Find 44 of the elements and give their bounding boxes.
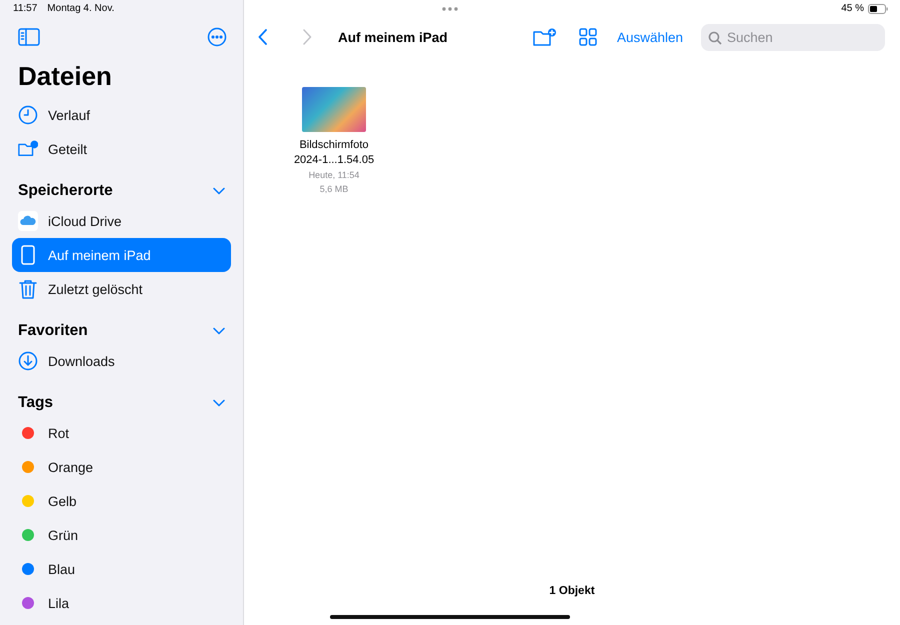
- status-time: 11:57: [13, 3, 38, 14]
- download-icon: [18, 351, 38, 371]
- tablet-icon: [21, 245, 35, 265]
- file-name[interactable]: Bildschirmfoto 2024-1...1.54.05: [284, 138, 384, 168]
- more-icon[interactable]: [207, 27, 227, 47]
- shared-folder-icon: [18, 140, 38, 158]
- sidebar-item[interactable]: Rot: [12, 416, 231, 450]
- sidebar-item[interactable]: Zuletzt gelöscht: [12, 272, 231, 306]
- sidebar-title: Dateien: [18, 61, 113, 92]
- new-folder-icon[interactable]: [532, 28, 557, 46]
- sidebar-item[interactable]: Blau: [12, 552, 231, 586]
- sidebar-item[interactable]: Downloads: [12, 344, 231, 378]
- section-title: Tags: [18, 394, 54, 412]
- cloud-icon: [18, 211, 38, 231]
- sidebar-toggle-icon[interactable]: [18, 28, 40, 46]
- sidebar-item[interactable]: Orange: [12, 450, 231, 484]
- clock-icon: [18, 105, 38, 125]
- section-title: Speicherorte: [18, 182, 113, 200]
- folder-title: Auf meinem iPad: [338, 30, 449, 44]
- status-date: Montag 4. Nov.: [47, 3, 114, 14]
- section-title: Favoriten: [18, 322, 88, 340]
- trash-icon: [19, 279, 37, 299]
- back-icon[interactable]: [258, 29, 268, 45]
- sidebar-item[interactable]: Verlauf: [12, 98, 231, 132]
- sidebar-item[interactable]: Grün: [12, 518, 231, 552]
- chevron-icon[interactable]: [213, 399, 225, 407]
- select-button[interactable]: Auswählen: [616, 30, 683, 44]
- file-size: 5,6 MB: [320, 183, 348, 196]
- battery-percentage: 45 %: [841, 3, 864, 14]
- search-field[interactable]: Suchen: [701, 24, 885, 50]
- multitasking-dots-icon[interactable]: [442, 6, 458, 10]
- sidebar-item[interactable]: Geteilt: [12, 132, 231, 166]
- sidebar-item[interactable]: Auf meinem iPad: [12, 238, 231, 272]
- grid-view-icon[interactable]: [578, 28, 597, 46]
- chevron-icon[interactable]: [213, 187, 225, 195]
- sidebar-item[interactable]: Lila: [12, 586, 231, 620]
- chevron-icon[interactable]: [213, 327, 225, 335]
- item-count: 1 Objekt: [549, 585, 595, 597]
- sidebar-item[interactable]: iCloud Drive: [12, 204, 231, 238]
- file-date: Heute, 11:54: [308, 169, 360, 182]
- search-icon: [708, 30, 722, 44]
- battery-icon: [868, 4, 888, 14]
- screenshot-thumbnail[interactable]: [302, 87, 366, 132]
- sidebar-item[interactable]: Gelb: [12, 484, 231, 518]
